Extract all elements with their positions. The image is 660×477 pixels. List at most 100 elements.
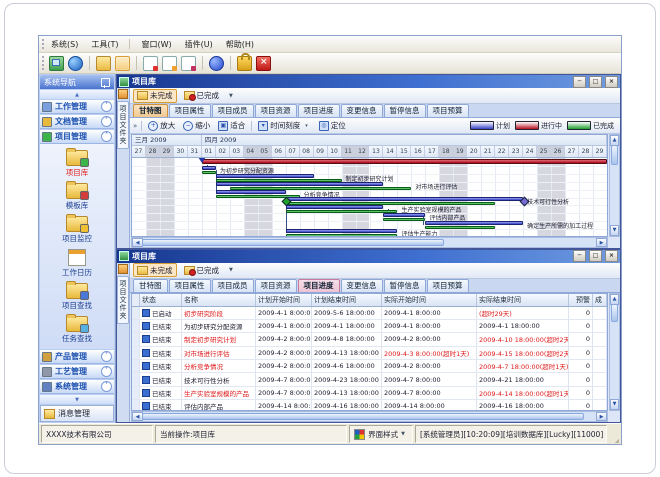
tab-项目属性[interactable]: 项目属性: [169, 279, 211, 292]
row-selector[interactable]: [132, 347, 140, 359]
chevron-down-icon[interactable]: ˅: [101, 101, 112, 112]
sidebar-group-collapsed[interactable]: 产品管理˅: [40, 350, 114, 364]
column-header[interactable]: 名称: [182, 294, 256, 306]
close-button[interactable]: ×: [605, 250, 618, 262]
gantt-actual-bar[interactable]: [383, 218, 425, 221]
sidebar-group-collapsed[interactable]: 系统管理˅: [40, 380, 114, 394]
table-row[interactable]: 已结束制定初步研究计划2009-4-2 8:00:002009-4-8 18:0…: [132, 333, 607, 346]
gantt-plan-bar[interactable]: [216, 182, 384, 186]
drag-grip[interactable]: [42, 56, 47, 70]
gantt-plan-bar[interactable]: [286, 197, 524, 201]
gantt-plan-bar[interactable]: [425, 221, 523, 225]
sidebar-group-collapsed[interactable]: 工艺管理˅: [40, 365, 114, 379]
chevron-down-icon[interactable]: ˅: [101, 116, 112, 127]
gantt-plan-bar[interactable]: [286, 229, 398, 233]
chevron-up-icon[interactable]: ˄: [101, 131, 112, 142]
sidebar-item[interactable]: 项目文档查找: [55, 346, 100, 349]
column-header[interactable]: 状态: [140, 294, 182, 306]
sidebar-group-collapsed[interactable]: 文档管理˅: [40, 115, 114, 129]
tab-项目资源[interactable]: 项目资源: [255, 104, 297, 117]
tab-项目属性[interactable]: 项目属性: [169, 104, 211, 117]
row-selector[interactable]: [132, 320, 140, 332]
sidebar-item[interactable]: 模板库: [66, 180, 89, 211]
table-row[interactable]: 已结束技术可行性分析2009-4-7 8:00:002009-4-23 18:0…: [132, 373, 607, 386]
sidebar-item[interactable]: 项目查找: [62, 280, 92, 311]
project-folder-tab[interactable]: 项目文件夹: [117, 101, 129, 149]
tab-项目成员[interactable]: 项目成员: [212, 279, 254, 292]
menu-item[interactable]: 系统(S): [49, 38, 80, 51]
gantt-plan-bar[interactable]: [202, 166, 216, 170]
maximize-button[interactable]: □: [589, 250, 602, 262]
menu-item[interactable]: 窗口(W): [139, 38, 173, 51]
table-row[interactable]: 已结束为初步研究分配资源2009-4-1 8:00:002009-4-1 18:…: [132, 320, 607, 333]
sidebar-item[interactable]: 项目库: [66, 147, 89, 178]
report-delete-icon[interactable]: [181, 56, 196, 71]
interface-style-dropdown[interactable]: 界面样式▼: [349, 425, 413, 443]
row-selector[interactable]: [132, 400, 140, 411]
row-selector[interactable]: [132, 373, 140, 385]
menu-item[interactable]: 插件(U): [183, 38, 215, 51]
tab-暂停信息[interactable]: 暂停信息: [384, 279, 426, 292]
column-header[interactable]: 成: [593, 294, 607, 306]
drag-grip[interactable]: [42, 39, 47, 49]
chevron-down-icon[interactable]: ˅: [101, 381, 112, 392]
table-row[interactable]: 已结束分析竞争情况2009-4-2 8:00:002009-4-6 18:00:…: [132, 360, 607, 373]
tab-甘特图[interactable]: 甘特图: [133, 279, 168, 292]
gantt-summary-bar[interactable]: [202, 159, 607, 164]
scrollbar-thumb[interactable]: [611, 304, 618, 322]
pin-icon[interactable]: [101, 78, 110, 87]
help-icon[interactable]: [209, 56, 224, 71]
project-folder-tab[interactable]: 项目文件夹: [117, 276, 129, 324]
scrollbar-thumb[interactable]: [142, 413, 584, 420]
scroll-right-button[interactable]: ▶: [596, 238, 607, 247]
column-header[interactable]: 预警: [569, 294, 593, 306]
column-header[interactable]: 计划开始时间: [256, 294, 312, 306]
table-row[interactable]: 已结束评估内部产品2009-4-14 8:00:002009-4-16 18:0…: [132, 400, 607, 411]
globe-icon[interactable]: [68, 56, 83, 71]
unfinished-button[interactable]: 未完成: [133, 89, 177, 103]
tab-项目预算[interactable]: 项目预算: [427, 279, 469, 292]
report-new-icon[interactable]: [143, 56, 158, 71]
timescale-button[interactable]: ▾时间刻度▾: [256, 120, 313, 131]
row-selector[interactable]: [132, 333, 140, 345]
dropdown-arrow-icon[interactable]: ▼: [226, 93, 236, 99]
table-vertical-scrollbar[interactable]: ▲ ▼: [609, 293, 620, 412]
gantt-window-titlebar[interactable]: 项目库 ─□×: [117, 75, 620, 88]
overflow-chevron-icon[interactable]: »: [133, 122, 137, 130]
chevron-down-icon[interactable]: ˅: [101, 366, 112, 377]
tab-项目进度[interactable]: 项目进度: [298, 104, 340, 117]
resize-grip[interactable]: [609, 425, 619, 443]
locate-button[interactable]: ◎定位: [317, 120, 348, 131]
gantt-vertical-scrollbar[interactable]: ▲ ▼: [609, 134, 620, 237]
row-selector[interactable]: [132, 387, 140, 399]
column-header[interactable]: 实际结束时间: [477, 294, 569, 306]
report-edit-icon[interactable]: [162, 56, 177, 71]
gantt-actual-bar[interactable]: [286, 210, 398, 213]
fit-button[interactable]: ▣适合: [216, 120, 247, 131]
table-row[interactable]: 已结束对市场进行评估2009-4-2 8:00:002009-4-13 18:0…: [132, 347, 607, 360]
menu-item[interactable]: 工具(T): [89, 38, 120, 51]
sidebar-group-expanded[interactable]: 项目管理˄: [40, 130, 114, 144]
gantt-actual-bar[interactable]: [202, 171, 216, 174]
sidebar-scroll-down[interactable]: ▼: [40, 395, 114, 404]
row-selector[interactable]: [132, 307, 140, 319]
tab-项目成员[interactable]: 项目成员: [212, 104, 254, 117]
chevron-down-icon[interactable]: ˅: [101, 351, 112, 362]
row-selector[interactable]: [132, 360, 140, 372]
folder-open-icon[interactable]: [115, 56, 130, 71]
table-horizontal-scrollbar[interactable]: ◀ ▶: [131, 411, 608, 422]
unfinished-button[interactable]: 未完成: [133, 263, 177, 277]
zoom-out-button[interactable]: −缩小: [181, 120, 212, 131]
sidebar-item[interactable]: 项目监控: [62, 213, 92, 244]
scroll-down-button[interactable]: ▼: [610, 399, 619, 410]
finished-button[interactable]: 已完成: [180, 89, 224, 103]
sidebar-item[interactable]: 任务查找: [62, 313, 92, 344]
column-header[interactable]: 实际开始时间: [382, 294, 477, 306]
table-row[interactable]: 已结束生产实验室规模的产品2009-4-7 8:00:002009-4-13 1…: [132, 387, 607, 400]
tab-甘特图[interactable]: 甘特图: [133, 104, 168, 117]
table-row[interactable]: 已启动初步研究阶段2009-4-1 8:00:002009-5-6 18:00:…: [132, 307, 607, 320]
dropdown-arrow-icon[interactable]: ▼: [226, 267, 236, 273]
computer-icon[interactable]: [49, 56, 64, 71]
tab-暂停信息[interactable]: 暂停信息: [384, 104, 426, 117]
sidebar-item[interactable]: 工作日历: [62, 246, 92, 278]
